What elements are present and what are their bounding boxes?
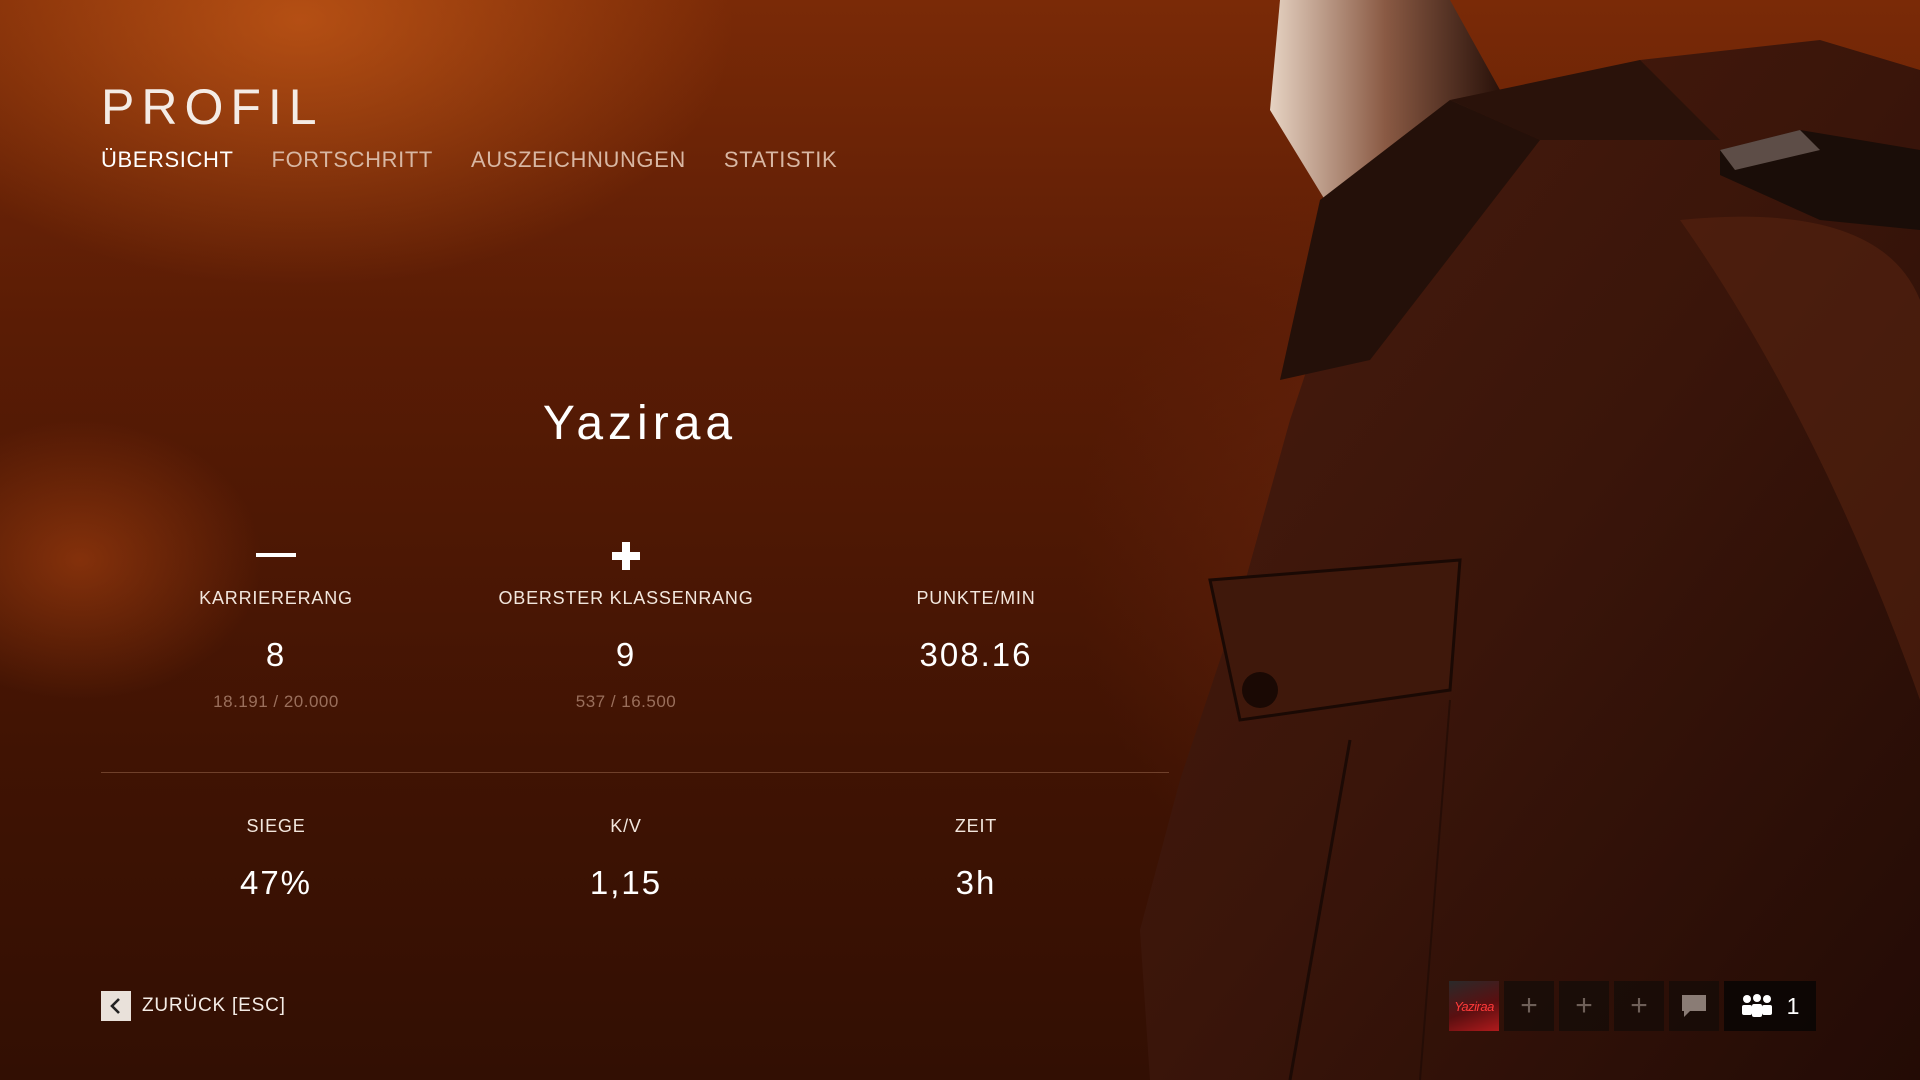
stat-progress: 537 / 16.500 <box>575 692 677 711</box>
stats-divider <box>101 772 1169 773</box>
stat-value: 9 <box>615 636 637 673</box>
chat-button[interactable] <box>1669 981 1719 1031</box>
squad-invite-slot[interactable]: + <box>1614 981 1664 1031</box>
plus-icon: + <box>1520 989 1538 1022</box>
stat-value: 3h <box>955 864 997 901</box>
page-title: PROFIL <box>101 79 324 135</box>
rank-bar-icon <box>126 536 426 576</box>
player-username: Yaziraa <box>542 397 738 450</box>
plus-icon: + <box>1575 989 1593 1022</box>
squad-invite-slot[interactable]: + <box>1559 981 1609 1031</box>
stat-punkte-min: PUNKTE/MIN 308.16 <box>826 536 1126 674</box>
stat-label: PUNKTE/MIN <box>916 588 1036 608</box>
stat-label: OBERSTER KLASSENRANG <box>498 588 754 608</box>
player-avatar[interactable]: Yaziraa <box>1449 981 1499 1031</box>
profile-tabs: ÜBERSICHT FORTSCHRITT AUSZEICHNUNGEN STA… <box>101 147 837 173</box>
stat-value: 308.16 <box>919 636 1033 673</box>
stat-karriererang: KARRIERERANG 8 18.191 / 20.000 <box>126 536 426 712</box>
stat-label: ZEIT <box>954 816 998 836</box>
party-count: 1 <box>1786 992 1800 1019</box>
tab-fortschritt[interactable]: FORTSCHRITT <box>272 147 433 173</box>
party-button[interactable]: 1 <box>1724 981 1816 1031</box>
squad-invite-slot[interactable]: + <box>1504 981 1554 1031</box>
avatar-text: Yaziraa <box>1454 998 1494 1014</box>
chat-bubble-icon <box>1682 995 1706 1017</box>
stat-zeit: ZEIT 3h <box>826 816 1126 902</box>
squad-bar: Yaziraa + + + 1 <box>1449 981 1816 1031</box>
stat-oberster-klassenrang: OBERSTER KLASSENRANG 9 537 / 16.500 <box>476 536 776 712</box>
medic-cross-icon <box>476 536 776 576</box>
tab-uebersicht[interactable]: ÜBERSICHT <box>101 147 234 173</box>
stat-label: SIEGE <box>246 816 306 836</box>
stat-value: 8 <box>265 636 287 673</box>
tab-auszeichnungen[interactable]: AUSZEICHNUNGEN <box>471 147 686 173</box>
back-label: ZURÜCK [ESC] <box>142 995 286 1016</box>
stat-value: 47% <box>239 864 313 901</box>
stat-label: K/V <box>610 816 642 836</box>
character-figure <box>1120 0 1920 1080</box>
tab-statistik[interactable]: STATISTIK <box>724 147 837 173</box>
stat-siege: SIEGE 47% <box>126 816 426 902</box>
plus-icon: + <box>1630 989 1648 1022</box>
stat-label: KARRIERERANG <box>199 588 353 608</box>
back-button[interactable]: ZURÜCK [ESC] <box>101 991 286 1021</box>
chevron-left-icon <box>101 991 131 1021</box>
stat-value: 1,15 <box>589 864 663 901</box>
stat-kv: K/V 1,15 <box>476 816 776 902</box>
group-icon <box>1741 994 1772 1017</box>
stat-progress: 18.191 / 20.000 <box>213 692 339 711</box>
